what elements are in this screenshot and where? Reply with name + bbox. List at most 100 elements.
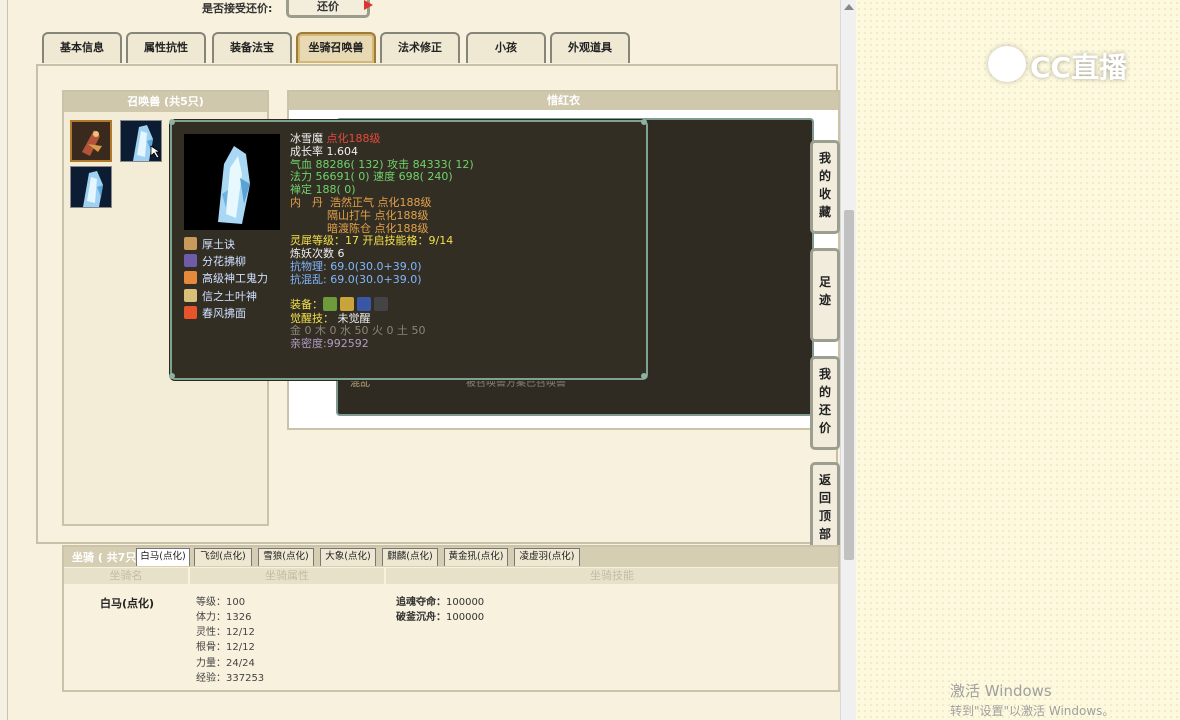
mount-attribute: 力量：24/24 xyxy=(196,658,255,669)
speed-label: 速度 xyxy=(373,170,396,184)
footprints-button[interactable]: 足 迹 xyxy=(810,248,840,342)
side-button-char: 迹 xyxy=(818,293,831,307)
mana-label: 法力 xyxy=(290,170,312,184)
mount-skill-name: 破釜沉舟： xyxy=(396,612,446,623)
pet-slot[interactable] xyxy=(120,120,162,162)
mount-name: 白马(点化) xyxy=(100,597,155,610)
back-to-top-button[interactable]: 返 回 顶 部 xyxy=(810,462,840,556)
phys-resist-value: 69.0(30.0+39.0) xyxy=(330,259,422,273)
mount-attr-col-header: 坐骑属性 xyxy=(190,568,384,584)
tab-appearance[interactable]: 外观道具 xyxy=(550,32,630,63)
scrollbar-thumb[interactable] xyxy=(844,210,854,560)
side-button-char: 返 xyxy=(818,473,831,487)
chaos-resist-label: 抗混乱: xyxy=(290,272,327,286)
pet-slot[interactable] xyxy=(70,166,112,208)
side-button-char: 足 xyxy=(818,275,831,289)
background-pattern xyxy=(856,0,1180,720)
zen-label: 禅定 xyxy=(290,183,312,197)
tab-mounts-pets[interactable]: 坐骑召唤兽 xyxy=(296,32,376,63)
windows-activation-title: 激活 Windows xyxy=(950,682,1052,700)
pet-slot[interactable] xyxy=(70,120,112,162)
mount-tabs-bar: 坐骑 ( 共7只 白马(点化) 飞剑(点化) 雪狼(点化) 大象(点化) 麒麟(… xyxy=(64,547,838,567)
mount-tab[interactable]: 凌虚羽(点化) xyxy=(514,548,580,566)
mount-skill: 破釜沉舟：100000 xyxy=(396,608,484,623)
mount-count: 坐骑 ( 共7只 xyxy=(72,551,137,564)
chaos-resist-value: 69.0(30.0+39.0) xyxy=(330,272,422,286)
intimacy-value: 亲密度:992592 xyxy=(290,337,369,351)
mount-skill-value: 100000 xyxy=(446,597,485,608)
cc-live-logo: CC直播 xyxy=(988,44,1138,84)
inner-dan-2: 隔山打牛 点化188级 xyxy=(327,208,429,222)
tab-attributes[interactable]: 属性抗性 xyxy=(126,32,206,63)
pet-portrait xyxy=(184,134,280,230)
side-button-char: 的 xyxy=(818,169,831,183)
hp-value: 88286( 132) xyxy=(315,157,384,171)
pet-skill: 分花拂柳 xyxy=(184,253,246,270)
tab-basic-info[interactable]: 基本信息 xyxy=(42,32,122,63)
pet-name: 冰雪魔 xyxy=(290,132,323,145)
mount-skill: 追魂夺命：100000 xyxy=(396,593,484,608)
pet-skill: 信之土叶神 xyxy=(184,288,257,305)
accept-bargain-label: 是否接受还价: xyxy=(202,2,273,15)
equip-empty-icon xyxy=(374,296,388,311)
pet-skill: 高级神工鬼力 xyxy=(184,270,268,287)
mount-tab[interactable]: 飞剑(点化) xyxy=(194,548,252,566)
mount-tab[interactable]: 雪狼(点化) xyxy=(258,548,314,566)
scroll-up-arrow-icon[interactable] xyxy=(844,4,854,10)
mount-tab[interactable]: 黄金犼(点化) xyxy=(444,548,508,566)
mount-attribute: 等级：100 xyxy=(196,597,246,608)
earth-spirit-icon xyxy=(184,289,197,302)
equip-armor-icon xyxy=(357,296,371,311)
side-button-char: 我 xyxy=(818,367,831,381)
side-button-char: 顶 xyxy=(818,509,831,523)
my-favorites-button[interactable]: 我 的 收 藏 xyxy=(810,140,840,234)
windows-activation-hint: 转到"设置"以激活 Windows。 xyxy=(950,704,1115,718)
mount-name-col-header: 坐骑名 xyxy=(64,568,188,584)
corner-ornament-icon xyxy=(169,119,175,125)
mount-tab[interactable]: 麒麟(点化) xyxy=(382,548,438,566)
tab-children[interactable]: 小孩 xyxy=(466,32,546,63)
flame-icon xyxy=(184,306,197,319)
equip-ring-icon xyxy=(323,296,337,311)
atk-value: 84333( 12) xyxy=(412,157,474,171)
mana-value: 56691( 0) xyxy=(315,170,370,184)
flower-willow-icon xyxy=(184,254,197,267)
awaken-value: 未觉醒 xyxy=(337,311,371,325)
speed-value: 698( 240) xyxy=(398,170,453,184)
pet-stats: 冰雪魔 点化188级 成长率 1.604 气血 88286( 132) 攻击 8… xyxy=(290,132,474,351)
tab-spell-modify[interactable]: 法术修正 xyxy=(380,32,460,63)
mount-attribute: 根骨：12/12 xyxy=(196,642,255,653)
pet-portrait-icon xyxy=(82,130,102,156)
ice-demon-portrait-icon xyxy=(83,171,103,207)
mount-tab[interactable]: 大象(点化) xyxy=(320,548,376,566)
inner-dan-1: 浩然正气 点化188级 xyxy=(330,195,432,209)
vertical-scrollbar[interactable] xyxy=(840,0,856,720)
side-button-char: 还 xyxy=(818,403,831,417)
mount-skill-value: 100000 xyxy=(446,612,485,623)
spirit-level-value: 17 开启技能格：9/14 xyxy=(345,234,454,248)
corner-ornament-icon xyxy=(169,373,175,379)
mounts-panel: 坐骑 ( 共7只 白马(点化) 飞剑(点化) 雪狼(点化) 大象(点化) 麒麟(… xyxy=(62,545,840,692)
mount-attribute: 体力：1326 xyxy=(196,612,252,623)
mount-skill-col-header: 坐骑技能 xyxy=(386,568,838,584)
pets-panel-title: 召唤兽 (共5只) xyxy=(64,92,267,112)
phys-resist-label: 抗物理: xyxy=(290,259,327,273)
my-bargains-button[interactable]: 我 的 还 价 xyxy=(810,356,840,450)
corner-ornament-icon xyxy=(641,373,647,379)
character-name-title: 惜红衣 xyxy=(289,92,838,110)
inner-dan-3: 暗渡陈仓 点化188级 xyxy=(327,221,429,235)
side-button-char: 部 xyxy=(818,527,831,541)
corner-ornament-icon xyxy=(641,119,647,125)
mount-tab[interactable]: 白马(点化) xyxy=(136,548,190,566)
pet-skill: 春风拂面 xyxy=(184,305,246,322)
cc-logo-icon xyxy=(988,46,1026,82)
awaken-label: 觉醒技： xyxy=(290,311,334,325)
side-button-char: 的 xyxy=(818,385,831,399)
bargain-button[interactable]: 还价 xyxy=(286,0,370,18)
earth-scroll-icon xyxy=(184,237,197,250)
side-button-char: 藏 xyxy=(818,205,831,219)
zen-value: 188( 0) xyxy=(315,183,356,197)
equip-amulet-icon xyxy=(340,296,354,311)
tab-equipment[interactable]: 装备法宝 xyxy=(212,32,292,63)
side-button-char: 我 xyxy=(818,151,831,165)
